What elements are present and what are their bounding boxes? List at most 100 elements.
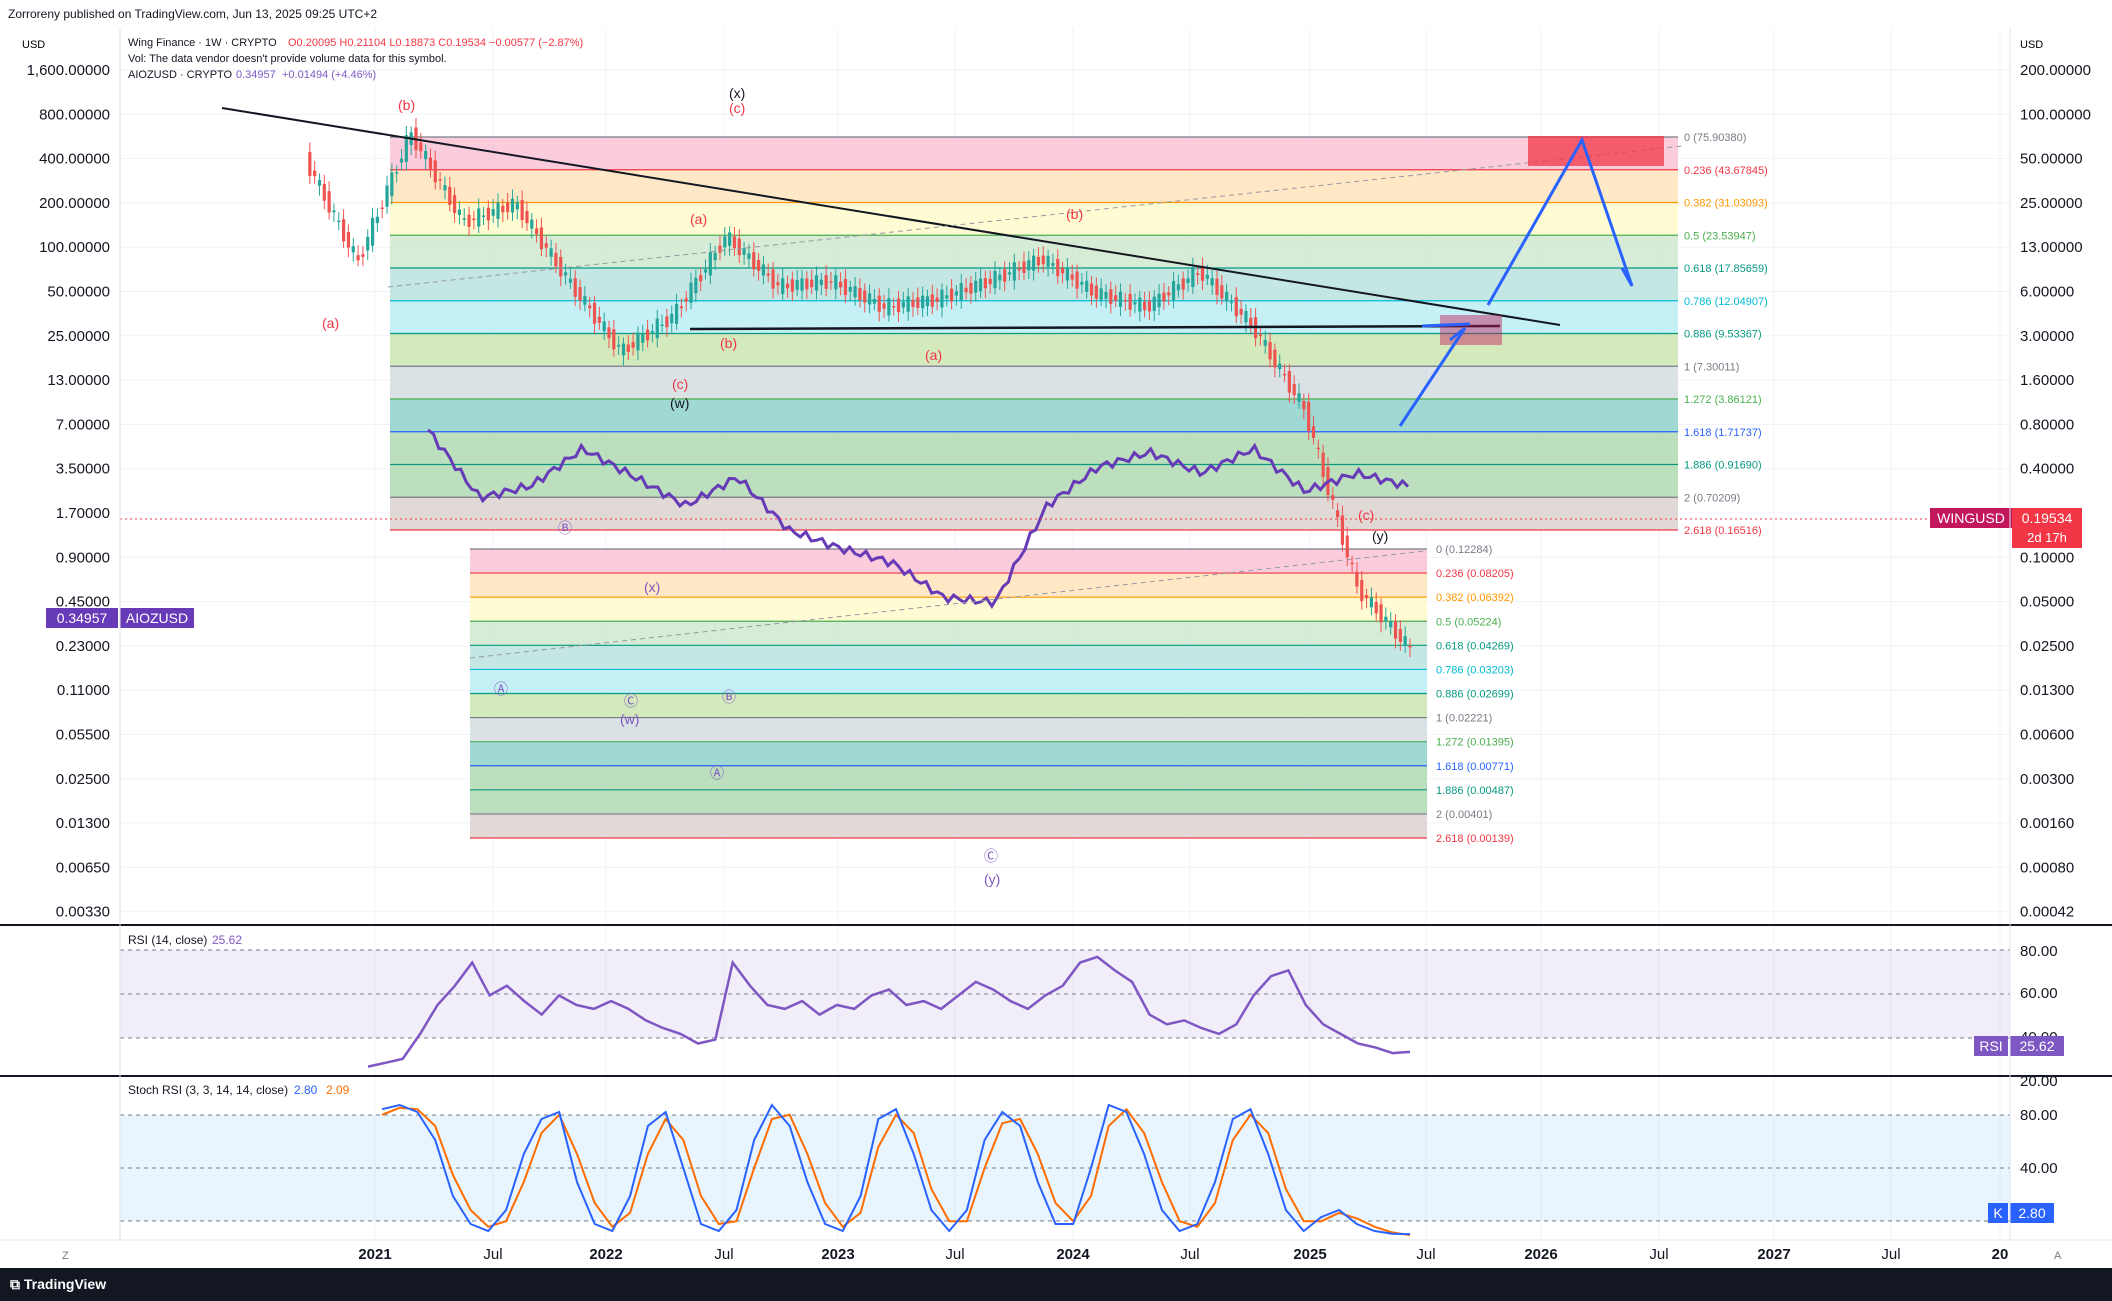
wave-label: (x) (644, 579, 660, 595)
wing-candle (790, 279, 794, 292)
wing-candle (1075, 271, 1079, 289)
wing-candle (699, 275, 703, 282)
wing-candle (554, 252, 558, 267)
breakout-zone-box[interactable] (1440, 315, 1502, 345)
wing-candle (588, 305, 592, 309)
ohlc-values: O0.20095 H0.21104 L0.18873 C0.19534 −0.0… (288, 37, 583, 49)
wave-label: (w) (620, 711, 639, 727)
wing-candle (713, 252, 717, 261)
fib-aioz-level-label: 0.618 (0.04269) (1436, 640, 1514, 652)
fib-wing-level-label: 0 (75.90380) (1684, 132, 1746, 144)
left-tick-label: 3.50000 (56, 461, 110, 478)
wing-candle (670, 313, 674, 324)
time-tick-label: Jul (714, 1246, 733, 1263)
left-tick-label: 800.00000 (39, 106, 110, 123)
wing-candle (1017, 268, 1021, 271)
wing-candle (737, 238, 741, 256)
right-tick-label: 3.00000 (2020, 328, 2074, 345)
left-tick-label: 0.00650 (56, 859, 110, 876)
wing-candle (1268, 341, 1272, 360)
wing-candle (1089, 283, 1094, 296)
fib-aioz-level-label: 1.886 (0.00487) (1436, 785, 1514, 797)
wing-candle (1147, 300, 1152, 312)
wing-candle (945, 295, 949, 299)
wing-candle (761, 264, 766, 276)
wing-candle (472, 218, 476, 221)
wave-label: (c) (1358, 507, 1374, 523)
wing-candle (496, 202, 500, 219)
wing-candle (974, 280, 978, 293)
left-tick-label: 0.05500 (56, 727, 110, 744)
wing-candle (491, 209, 495, 216)
left-tick-label: 50.00000 (47, 284, 110, 301)
wing-candle (1311, 426, 1316, 438)
wing-candle (1065, 267, 1070, 281)
wave-label: (b) (398, 97, 415, 113)
wing-candle (708, 251, 712, 276)
fib-wing-level-label: 2.618 (0.16516) (1684, 525, 1762, 537)
a-button[interactable]: A (2054, 1250, 2062, 1262)
wing-candle (578, 287, 582, 301)
wing-candle (1133, 302, 1137, 305)
wing-candle (462, 218, 466, 220)
fib-wing-zone (390, 137, 1678, 170)
wing-candle (443, 185, 447, 191)
wing-candle (752, 252, 756, 270)
fib-wing-level-label: 1.886 (0.91690) (1684, 460, 1762, 472)
wing-candle (1171, 281, 1176, 301)
fib-aioz-zone (470, 573, 1427, 598)
wing-candle (1007, 272, 1012, 275)
wing-candle (916, 297, 920, 308)
wing-candle (949, 288, 954, 302)
wing-candle (549, 248, 553, 257)
wing-candle (361, 254, 365, 257)
wing-candle (1297, 393, 1301, 402)
wing-candle (1094, 285, 1098, 299)
fib-aioz-zone (470, 549, 1427, 574)
wing-candle (385, 185, 389, 207)
wing-candle (1085, 280, 1089, 292)
wing-candle (1360, 580, 1364, 602)
symbol-title: Wing Finance · 1W · CRYPTO (128, 37, 277, 49)
left-tick-label: 0.11000 (57, 682, 110, 699)
right-tick-label: 100.00000 (2020, 106, 2091, 123)
wing-candle (1278, 363, 1282, 370)
wing-candle (1181, 278, 1185, 290)
wave-label: Ⓒ (624, 693, 638, 709)
wing-candle (602, 321, 606, 332)
fib-aioz-level-label: 0.382 (0.06392) (1436, 592, 1514, 604)
wing-candle (457, 209, 462, 215)
wing-candle (559, 256, 563, 277)
wing-candle (1099, 288, 1103, 300)
target-zone-box[interactable] (1528, 136, 1664, 166)
right-tick-label: 25.00000 (2020, 195, 2083, 212)
fib-retracement-wing[interactable]: 0 (75.90380) 0.236 (43.67845) 0.382 (31.03… (390, 132, 1768, 537)
wing-candle (1307, 401, 1311, 432)
wing-candle (781, 278, 785, 295)
wing-candle (428, 157, 433, 169)
chart-area[interactable]: 0 (75.90380) 0.236 (43.67845) 0.382 (31.03… (0, 28, 2112, 1268)
wing-candle (1364, 595, 1369, 599)
z-button[interactable]: Z (62, 1250, 69, 1262)
wing-candle (935, 297, 939, 302)
wing-candle (356, 255, 360, 261)
wing-candle (978, 278, 983, 292)
wing-candle (1282, 373, 1287, 376)
wing-candle (824, 274, 828, 289)
wing-candle (380, 207, 384, 210)
wing-candle (993, 270, 997, 289)
left-tick-label: 25.00000 (47, 328, 110, 345)
left-tick-label: 100.00000 (39, 239, 110, 256)
wing-candle (539, 227, 544, 250)
wing-candle (732, 236, 737, 249)
fib-aioz-level-label: 0.786 (0.03203) (1436, 664, 1514, 676)
left-tick-label: 7.00000 (56, 416, 110, 433)
time-axis[interactable]: 2021 Jul 2022 Jul 2023 Jul 2024 Jul 2025 Jul 2026 J… (358, 1246, 2008, 1263)
rsi-tick-label: 80.00 (2020, 943, 2058, 960)
wing-candle (399, 158, 404, 163)
left-tick-label: 400.00000 (39, 151, 110, 168)
wing-candle (1036, 256, 1041, 266)
left-tick-label: 0.01300 (56, 815, 110, 832)
fib-wing-level-label: 2 (0.70209) (1684, 492, 1740, 504)
wing-candle (535, 228, 539, 235)
